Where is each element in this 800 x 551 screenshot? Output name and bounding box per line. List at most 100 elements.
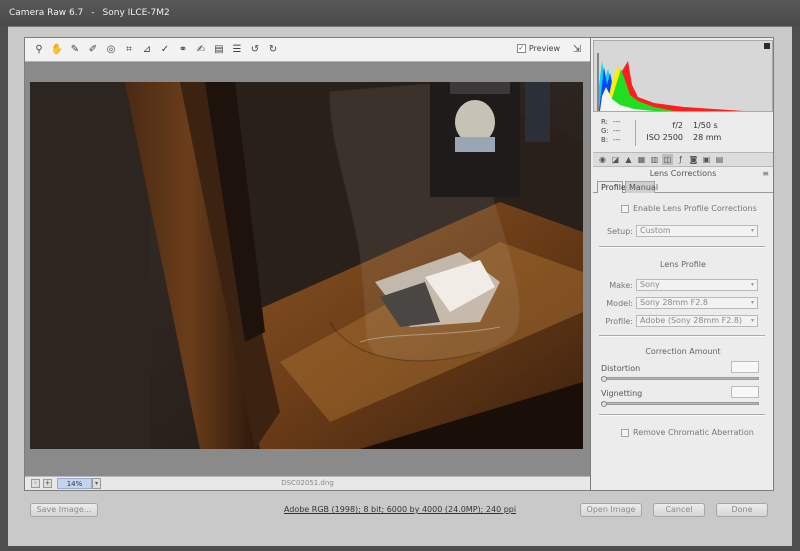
distortion-slider-track[interactable] <box>601 377 759 380</box>
divider <box>599 414 765 416</box>
vignetting-slider-thumb[interactable] <box>601 401 607 407</box>
tab-manual[interactable]: Manual <box>625 181 658 193</box>
vignetting-label: Vignetting <box>601 389 643 398</box>
white-balance-tool-icon[interactable]: ✎ <box>69 44 81 56</box>
lens-profile-header: Lens Profile <box>660 260 706 269</box>
file-name: DSC02051.dng <box>281 479 334 487</box>
shutter-value: 1/50 s <box>693 121 718 130</box>
readout-divider <box>635 120 636 146</box>
profile-select[interactable]: Adobe (Sony 28mm F2.8) ▾ <box>636 315 758 327</box>
crop-tool-icon[interactable]: ⌗ <box>123 44 135 56</box>
title-separator: - <box>91 8 95 18</box>
make-label: Make: <box>609 281 633 290</box>
exif-info: f/2 1/50 s ISO 2500 28 mm <box>646 120 722 144</box>
app-title: Camera Raw 6.7 <box>9 8 84 18</box>
bottom-bar: Save Image... Adobe RGB (1998); 8 bit; 6… <box>8 497 792 525</box>
make-select[interactable]: Sony ▾ <box>636 279 758 291</box>
model-dropdown-icon: ▾ <box>750 299 754 306</box>
divider <box>599 246 765 248</box>
graduated-filter-icon[interactable]: ▤ <box>213 44 225 56</box>
setup-label: Setup: <box>607 227 633 236</box>
snapshots-panel-icon[interactable]: ▤ <box>714 154 725 165</box>
b-value: --- <box>613 136 621 144</box>
basic-panel-icon[interactable]: ◉ <box>597 154 608 165</box>
chromatic-aberration-checkbox[interactable] <box>621 428 629 437</box>
model-label: Model: <box>606 299 633 308</box>
red-eye-removal-tool-icon[interactable]: ⚭ <box>177 44 189 56</box>
setup-dropdown-icon: ▾ <box>750 227 754 234</box>
r-value: --- <box>613 118 621 126</box>
color-sampler-tool-icon[interactable]: ✐ <box>87 44 99 56</box>
photo-content <box>30 82 583 449</box>
presets-panel-icon[interactable]: ▣ <box>701 154 712 165</box>
lens-subtabs: Profile Manual <box>593 181 773 193</box>
rotate-left-icon[interactable]: ↺ <box>249 44 261 56</box>
g-label: G: <box>601 127 609 135</box>
histogram-graph <box>594 41 772 111</box>
make-dropdown-icon: ▾ <box>750 281 754 288</box>
camera-raw-dialog: ⚲ ✋ ✎ ✐ ◎ ⌗ ⊿ ✓ ⚭ ✍ ▤ ☰ ↺ ↻ ✓ Preview ⇲ <box>8 26 792 546</box>
profile-label: Profile: <box>605 317 633 326</box>
raw-image-preview[interactable] <box>30 82 583 449</box>
hand-tool-icon[interactable]: ✋ <box>51 44 63 56</box>
enable-profile-corrections[interactable]: Enable Lens Profile Corrections <box>621 204 757 213</box>
panel-menu-icon[interactable]: ≡ <box>762 168 769 180</box>
adjustment-panel: R: --- G: --- B: --- f/2 1/50 s ISO 2500 28 m… <box>590 37 774 491</box>
adjustment-brush-icon[interactable]: ✍ <box>195 44 207 56</box>
tone-curve-panel-icon[interactable]: ◪ <box>610 154 621 165</box>
setup-select[interactable]: Custom ▾ <box>636 225 758 237</box>
model-value: Sony 28mm F2.8 <box>640 298 708 307</box>
lens-corrections-panel-icon[interactable]: ◫ <box>662 154 673 165</box>
enable-profile-checkbox[interactable] <box>621 204 629 213</box>
panel-title: Lens Corrections <box>649 169 717 178</box>
distortion-slider-thumb[interactable] <box>601 376 607 382</box>
aperture-value: f/2 <box>672 121 683 130</box>
camera-model-title: Sony ILCE-7M2 <box>102 8 170 18</box>
tool-bar: ⚲ ✋ ✎ ✐ ◎ ⌗ ⊿ ✓ ⚭ ✍ ▤ ☰ ↺ ↻ ✓ Preview ⇲ <box>25 38 590 62</box>
b-label: B: <box>601 136 609 144</box>
effects-panel-icon[interactable]: ƒ <box>675 154 686 165</box>
hsl-panel-icon[interactable]: ▦ <box>636 154 647 165</box>
make-value: Sony <box>640 280 660 289</box>
window-titlebar: Camera Raw 6.7 - Sony ILCE-7M2 <box>0 0 800 26</box>
panel-tab-strip: ◉ ◪ ▲ ▦ ▥ ◫ ƒ ◙ ▣ ▤ <box>593 152 773 167</box>
image-status-bar: - + 14% ▾ DSC02051.dng <box>25 476 590 490</box>
preview-checkbox[interactable]: ✓ <box>516 44 526 53</box>
split-toning-panel-icon[interactable]: ▥ <box>649 154 660 165</box>
g-value: --- <box>613 127 621 135</box>
remove-chromatic-aberration[interactable]: Remove Chromatic Aberration <box>621 428 754 437</box>
distortion-value-field[interactable] <box>731 361 759 373</box>
spot-removal-tool-icon[interactable]: ✓ <box>159 44 171 56</box>
correction-amount-header: Correction Amount <box>645 347 721 356</box>
fullscreen-icon[interactable]: ⇲ <box>570 43 584 56</box>
profile-value: Adobe (Sony 28mm F2.8) <box>640 316 743 325</box>
iso-value: ISO 2500 <box>646 133 683 142</box>
detail-panel-icon[interactable]: ▲ <box>623 154 634 165</box>
setup-value: Custom <box>640 226 671 235</box>
vignetting-value-field[interactable] <box>731 386 759 398</box>
preview-toggle[interactable]: ✓ Preview <box>516 44 560 53</box>
zoom-tool-icon[interactable]: ⚲ <box>33 44 45 56</box>
camera-calibration-panel-icon[interactable]: ◙ <box>688 154 699 165</box>
tab-profile[interactable]: Profile <box>597 181 626 193</box>
enable-profile-label: Enable Lens Profile Corrections <box>633 204 757 213</box>
done-button[interactable]: Done <box>716 503 768 517</box>
divider <box>599 335 765 337</box>
open-image-button[interactable]: Open Image <box>580 503 642 517</box>
vignetting-slider-track[interactable] <box>601 402 759 405</box>
chromatic-aberration-label: Remove Chromatic Aberration <box>633 428 754 437</box>
readout-area: R: --- G: --- B: --- f/2 1/50 s ISO 2500 28 m… <box>595 118 771 148</box>
image-area: ⚲ ✋ ✎ ✐ ◎ ⌗ ⊿ ✓ ⚭ ✍ ▤ ☰ ↺ ↻ ✓ Preview ⇲ <box>24 37 591 491</box>
cancel-button[interactable]: Cancel <box>653 503 705 517</box>
preview-label: Preview <box>528 44 560 53</box>
targeted-adjustment-tool-icon[interactable]: ◎ <box>105 44 117 56</box>
model-select[interactable]: Sony 28mm F2.8 ▾ <box>636 297 758 309</box>
focal-length-value: 28 mm <box>693 133 722 142</box>
distortion-label: Distortion <box>601 364 641 373</box>
preferences-icon[interactable]: ☰ <box>231 44 243 56</box>
profile-dropdown-icon: ▾ <box>750 317 754 324</box>
straighten-tool-icon[interactable]: ⊿ <box>141 44 153 56</box>
rgb-readout: R: --- G: --- B: --- <box>601 118 625 145</box>
rotate-right-icon[interactable]: ↻ <box>267 44 279 56</box>
histogram <box>593 40 773 112</box>
